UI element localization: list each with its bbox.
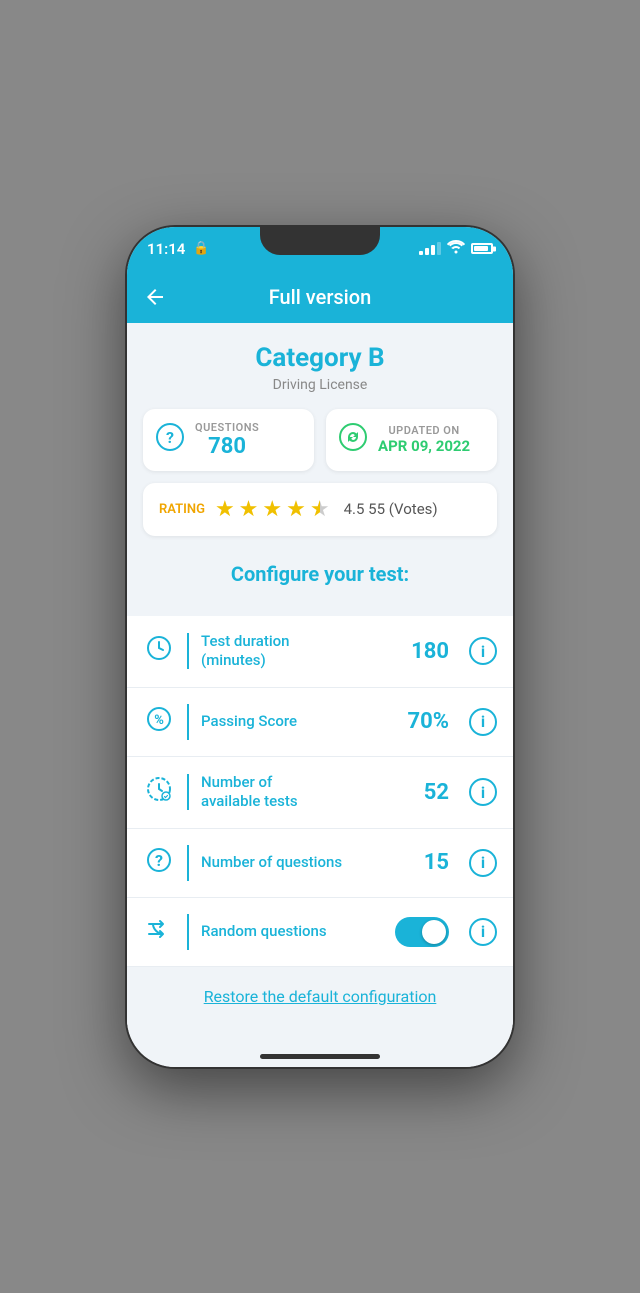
questions-card: ? QUESTIONS 780: [143, 409, 314, 471]
num-questions-row[interactable]: ? Number of questions 15 i: [127, 829, 513, 898]
questions-value: 780: [195, 434, 259, 459]
row-divider: [187, 845, 189, 881]
svg-text:?: ?: [155, 851, 163, 870]
signal-icon: [419, 242, 441, 255]
star-2: ★: [239, 497, 259, 522]
passing-score-value: 70%: [407, 709, 449, 734]
restore-default-link[interactable]: Restore the default configuration: [204, 987, 437, 1006]
category-title: Category B: [143, 343, 497, 373]
settings-list: Test duration(minutes) 180 i % Passing S…: [127, 616, 513, 967]
available-tests-label: Number ofavailable tests: [201, 773, 412, 812]
restore-section: Restore the default configuration: [127, 967, 513, 1026]
updated-label: UPDATED ON: [378, 424, 470, 437]
available-tests-row[interactable]: Number ofavailable tests 52 i: [127, 757, 513, 829]
test-duration-row[interactable]: Test duration(minutes) 180 i: [127, 616, 513, 688]
question-circle-icon: ?: [155, 422, 185, 458]
random-questions-row[interactable]: Random questions i: [127, 898, 513, 967]
available-tests-info-button[interactable]: i: [469, 778, 497, 806]
percent-icon: %: [143, 706, 175, 738]
passing-score-label: Passing Score: [201, 712, 395, 732]
status-icons: [419, 240, 493, 258]
rating-label: RATING: [159, 502, 205, 517]
rating-card: RATING ★ ★ ★ ★ ★ 4.5 55 (Votes): [143, 483, 497, 536]
category-subtitle: Driving License: [143, 377, 497, 393]
row-divider: [187, 704, 189, 740]
updated-value: APR 09, 2022: [378, 437, 470, 455]
test-duration-value: 180: [411, 639, 449, 664]
stars-display: ★ ★ ★ ★ ★: [215, 497, 330, 522]
refresh-icon: [338, 422, 368, 458]
wifi-icon: [447, 240, 465, 258]
time-display: 11:14: [147, 240, 185, 258]
top-nav-bar: Full version: [127, 271, 513, 323]
available-tests-value: 52: [424, 780, 449, 805]
random-questions-toggle[interactable]: [395, 917, 449, 947]
notch: [260, 227, 380, 255]
content-area: Category B Driving License ? QUESTIONS 7…: [127, 323, 513, 1069]
num-questions-info-button[interactable]: i: [469, 849, 497, 877]
shuffle-icon: [143, 916, 175, 948]
star-3: ★: [262, 497, 282, 522]
num-questions-label: Number of questions: [201, 853, 412, 873]
random-questions-label: Random questions: [201, 922, 383, 942]
battery-icon: [471, 243, 493, 254]
rating-score: 4.5 55 (Votes): [344, 500, 438, 518]
star-5: ★: [310, 497, 330, 522]
passing-score-info-button[interactable]: i: [469, 708, 497, 736]
clock-icon: [143, 635, 175, 667]
test-duration-label: Test duration(minutes): [201, 632, 399, 671]
random-questions-info-button[interactable]: i: [469, 918, 497, 946]
test-duration-info-button[interactable]: i: [469, 637, 497, 665]
home-indicator: [260, 1054, 380, 1059]
phone-frame: 11:14 🔒 Full ve: [125, 225, 515, 1069]
question-icon: ?: [143, 847, 175, 879]
back-button[interactable]: [143, 285, 167, 309]
star-4: ★: [286, 497, 306, 522]
timer-edit-icon: [143, 776, 175, 808]
star-1: ★: [215, 497, 235, 522]
header-section: Category B Driving License ? QUESTIONS 7…: [127, 323, 513, 616]
row-divider: [187, 633, 189, 669]
info-cards: ? QUESTIONS 780: [143, 409, 497, 471]
passing-score-row[interactable]: % Passing Score 70% i: [127, 688, 513, 757]
configure-title: Configure your test:: [143, 552, 497, 606]
svg-text:?: ?: [166, 428, 174, 447]
questions-label: QUESTIONS: [195, 421, 259, 434]
page-title: Full version: [269, 285, 372, 309]
updated-card: UPDATED ON APR 09, 2022: [326, 409, 497, 471]
svg-text:%: %: [154, 713, 164, 728]
row-divider: [187, 774, 189, 810]
row-divider: [187, 914, 189, 950]
num-questions-value: 15: [424, 850, 449, 875]
